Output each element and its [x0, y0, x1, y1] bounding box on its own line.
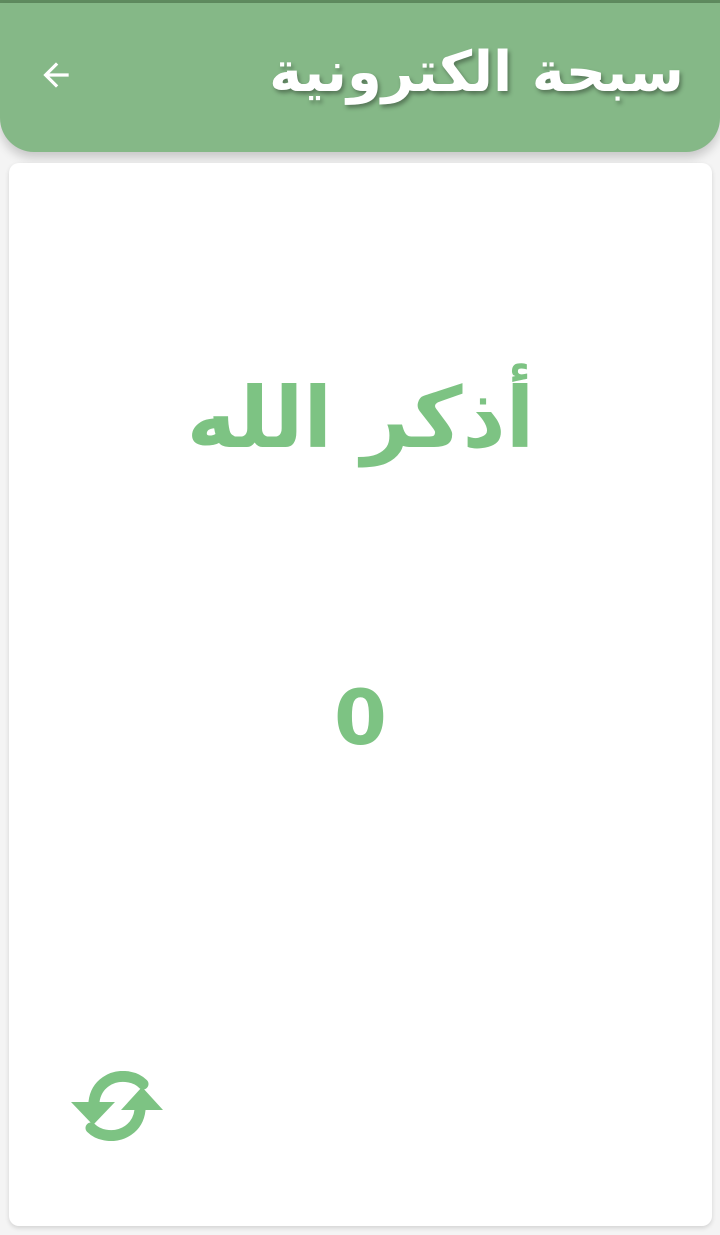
page-title: سبحة الكترونية [269, 40, 684, 105]
refresh-icon [69, 1070, 165, 1145]
arrow-left-icon [37, 56, 75, 98]
dhikr-text: أذكر الله [186, 369, 535, 467]
reset-button[interactable] [67, 1068, 167, 1148]
tasbih-screen: سبحة الكترونية أذكر الله 0 [0, 0, 720, 1235]
counter-display[interactable]: 0 [9, 668, 712, 768]
tasbih-card: أذكر الله 0 [9, 163, 712, 1226]
app-bar: سبحة الكترونية [0, 3, 720, 152]
back-button[interactable] [30, 51, 82, 103]
